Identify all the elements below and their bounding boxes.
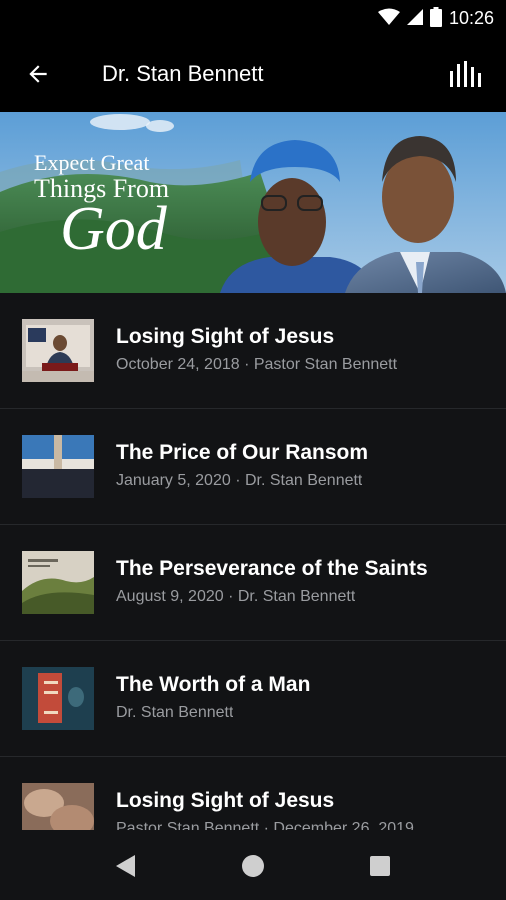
item-title: The Price of Our Ransom <box>116 441 369 464</box>
series-banner: Expect Great Things From God <box>0 112 506 293</box>
list-item[interactable]: The Worth of a Man Dr. Stan Bennett <box>0 641 506 757</box>
item-title: Losing Sight of Jesus <box>116 325 335 348</box>
wifi-icon <box>378 8 400 25</box>
cell-signal-icon <box>407 9 423 25</box>
clock: 10:26 <box>448 8 494 28</box>
back-button[interactable] <box>18 54 58 94</box>
equalizer-icon <box>450 61 481 87</box>
sermon-thumbnail <box>22 435 94 498</box>
sermon-thumbnail <box>22 551 94 614</box>
status-bar: 10:26 <box>0 0 506 36</box>
square-recents-icon <box>370 856 390 876</box>
item-subtitle: January 5, 2020 · Dr. Stan Bennett <box>116 472 363 489</box>
sermon-thumbnail <box>22 667 94 730</box>
banner-title: Expect Great Things From God <box>34 150 169 263</box>
triangle-back-icon <box>116 855 135 877</box>
item-subtitle: Dr. Stan Bennett <box>116 704 234 721</box>
page-title: Dr. Stan Bennett <box>102 61 264 86</box>
system-nav-bar <box>0 830 506 900</box>
battery-icon <box>430 7 442 27</box>
equalizer-button[interactable] <box>446 56 486 92</box>
nav-back-button[interactable] <box>112 852 140 880</box>
sermon-thumbnail <box>22 319 94 382</box>
item-title: The Perseverance of the Saints <box>116 557 428 580</box>
item-subtitle: August 9, 2020 · Dr. Stan Bennett <box>116 588 356 605</box>
app-screen: 10:26 Dr. Stan Bennett Expect Great Thin… <box>0 0 506 900</box>
banner-line-3: God <box>60 195 167 263</box>
status-icons <box>378 7 442 27</box>
app-bar: Dr. Stan Bennett <box>0 36 506 112</box>
sermon-list: Losing Sight of Jesus October 24, 2018 ·… <box>0 293 506 873</box>
list-item[interactable]: Losing Sight of Jesus October 24, 2018 ·… <box>0 293 506 409</box>
item-subtitle: October 24, 2018 · Pastor Stan Bennett <box>116 356 398 373</box>
item-title: The Worth of a Man <box>116 673 311 696</box>
list-item[interactable]: The Price of Our Ransom January 5, 2020 … <box>0 409 506 525</box>
banner-line-1: Expect Great <box>34 150 150 175</box>
item-title: Losing Sight of Jesus <box>116 789 335 812</box>
circle-home-icon <box>242 855 264 877</box>
nav-home-button[interactable] <box>239 852 267 880</box>
arrow-left-icon <box>29 65 47 83</box>
nav-recents-button[interactable] <box>366 852 394 880</box>
list-item[interactable]: The Perseverance of the Saints August 9,… <box>0 525 506 641</box>
